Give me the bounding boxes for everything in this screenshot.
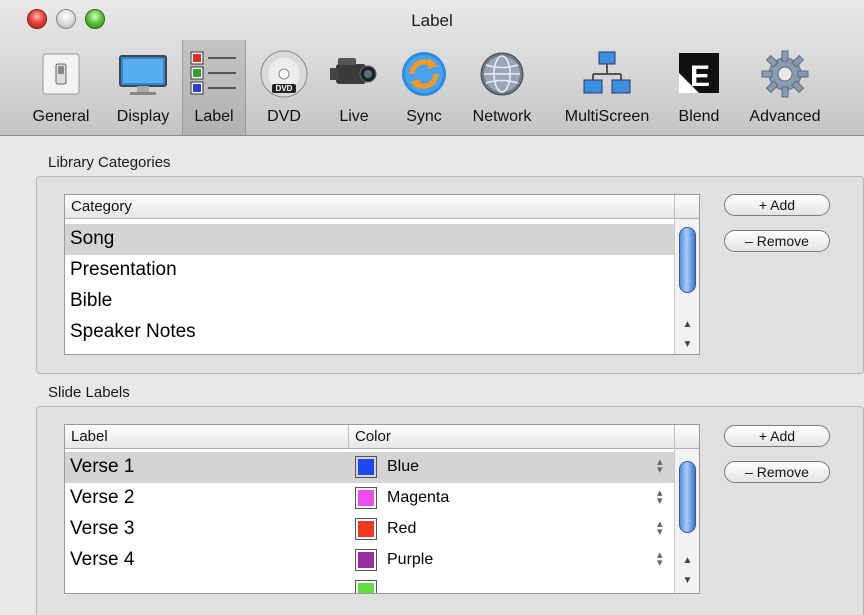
table-header: Label Color xyxy=(65,425,699,449)
dvd-icon: DVD xyxy=(260,50,308,98)
slide-labels-table[interactable]: Label Color Verse 1 Blue ▴ ▾ Verse 2 Mage… xyxy=(64,424,700,594)
table-row[interactable] xyxy=(65,576,674,593)
table-row[interactable]: Verse 4 Purple ▴ ▾ xyxy=(65,545,674,576)
color-stepper-icon[interactable]: ▴ ▾ xyxy=(657,550,663,569)
scroll-up-arrow-icon[interactable]: ▲ xyxy=(675,551,699,571)
switch-icon xyxy=(42,53,80,95)
toolbar-sync[interactable]: Sync xyxy=(392,42,456,132)
window-toolbar: Label General Display Label DVD DVD Live… xyxy=(0,0,864,136)
toolbar-blend[interactable]: E Blend xyxy=(668,42,730,132)
toolbar-network[interactable]: Network xyxy=(462,42,542,132)
table-row[interactable]: Bible xyxy=(65,286,674,317)
color-swatch[interactable] xyxy=(355,518,377,540)
library-remove-button[interactable]: – Remove xyxy=(724,230,830,252)
toolbar-dvd[interactable]: DVD DVD xyxy=(252,42,316,132)
table-header: Category xyxy=(65,195,699,219)
sync-icon xyxy=(402,52,446,96)
label-list-icon xyxy=(190,51,236,95)
multiscreen-icon xyxy=(583,51,631,94)
globe-icon xyxy=(480,52,524,96)
color-swatch[interactable] xyxy=(355,580,377,593)
scroll-down-arrow-icon[interactable]: ▼ xyxy=(675,571,699,591)
table-row[interactable]: Verse 1 Blue ▴ ▾ xyxy=(65,452,674,483)
table-row[interactable]: Verse 3 Red ▴ ▾ xyxy=(65,514,674,545)
toolbar-advanced[interactable]: Advanced xyxy=(738,42,832,132)
scrollbar-thumb[interactable] xyxy=(679,461,696,533)
library-categories-table[interactable]: Category Song Presentation Bible Speaker… xyxy=(64,194,700,355)
toolbar-display[interactable]: Display xyxy=(104,42,182,132)
window-title: Label xyxy=(411,11,453,30)
color-swatch[interactable] xyxy=(355,456,377,478)
blend-icon: E xyxy=(679,53,719,93)
library-scrollbar[interactable]: ▲ ▼ xyxy=(674,219,699,354)
toolbar-live[interactable]: Live xyxy=(322,42,386,132)
color-swatch[interactable] xyxy=(355,487,377,509)
monitor-icon xyxy=(119,55,167,95)
column-header-category[interactable]: Category xyxy=(71,198,132,215)
table-row[interactable]: Presentation xyxy=(65,255,674,286)
column-header-label[interactable]: Label xyxy=(71,428,108,445)
library-categories-title: Library Categories xyxy=(48,154,171,171)
column-header-color[interactable]: Color xyxy=(355,428,391,445)
toolbar-multiscreen[interactable]: MultiScreen xyxy=(552,42,662,132)
scroll-up-arrow-icon[interactable]: ▲ xyxy=(675,315,699,335)
slide-labels-remove-button[interactable]: – Remove xyxy=(724,461,830,483)
slide-labels-title: Slide Labels xyxy=(48,384,130,401)
scroll-down-arrow-icon[interactable]: ▼ xyxy=(675,335,699,354)
slide-labels-scrollbar[interactable]: ▲ ▼ xyxy=(674,449,699,593)
slide-labels-add-button[interactable]: + Add xyxy=(724,425,830,447)
table-row[interactable]: Song xyxy=(65,224,674,255)
table-row[interactable]: Speaker Notes xyxy=(65,317,674,348)
color-stepper-icon[interactable]: ▴ ▾ xyxy=(657,519,663,538)
color-swatch[interactable] xyxy=(355,549,377,571)
scrollbar-thumb[interactable] xyxy=(679,227,696,293)
camcorder-icon xyxy=(330,58,377,84)
table-row[interactable]: Verse 2 Magenta ▴ ▾ xyxy=(65,483,674,514)
toolbar-general[interactable]: General xyxy=(22,42,100,132)
color-stepper-icon[interactable]: ▴ ▾ xyxy=(657,457,663,476)
svg-text:E: E xyxy=(690,60,710,93)
svg-text:DVD: DVD xyxy=(276,84,293,93)
color-stepper-icon[interactable]: ▴ ▾ xyxy=(657,488,663,507)
gear-icon xyxy=(761,50,809,98)
toolbar-label[interactable]: Label xyxy=(182,40,246,135)
library-add-button[interactable]: + Add xyxy=(724,194,830,216)
